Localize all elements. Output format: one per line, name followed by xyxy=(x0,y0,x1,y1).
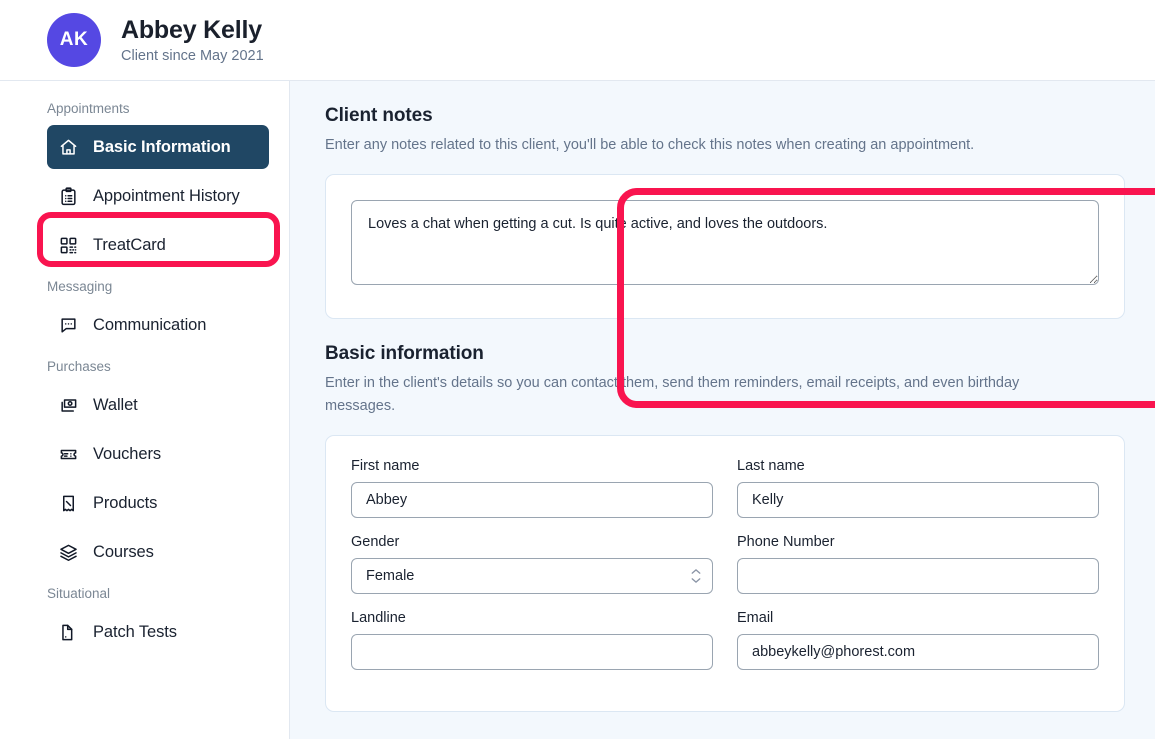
receipt-percent-icon xyxy=(57,492,79,514)
sidebar-item-label: Products xyxy=(93,493,158,512)
sidebar-item-appointment-history[interactable]: Appointment History xyxy=(47,174,269,218)
client-notes-description: Enter any notes related to this client, … xyxy=(325,137,975,153)
landline-input[interactable] xyxy=(351,634,713,671)
landline-label: Landline xyxy=(351,610,406,627)
gender-select-wrapper xyxy=(351,558,713,595)
email-label: Email xyxy=(737,610,774,627)
chat-bubble-icon xyxy=(57,314,79,336)
qr-code-icon xyxy=(57,234,79,256)
basic-information-title: Basic information xyxy=(325,343,484,365)
ticket-icon xyxy=(57,443,79,465)
client-notes-wrapper xyxy=(326,175,1124,318)
phone-number-label: Phone Number xyxy=(737,534,835,551)
sidebar: Appointments Basic Information Appointme… xyxy=(0,81,290,739)
avatar: AK xyxy=(47,13,101,67)
sidebar-item-communication[interactable]: Communication xyxy=(47,303,269,347)
page-fold-icon xyxy=(57,621,79,643)
nav-group-label-messaging: Messaging xyxy=(47,279,113,294)
sidebar-item-label: Vouchers xyxy=(93,444,161,463)
nav-group-situational: Situational Patch Tests xyxy=(0,580,289,654)
sidebar-item-wallet[interactable]: Wallet xyxy=(47,383,269,427)
gender-label: Gender xyxy=(351,534,400,551)
gender-select[interactable] xyxy=(351,558,713,595)
client-notes-section: Client notes Enter any notes related to … xyxy=(325,105,1125,320)
avatar-initials: AK xyxy=(59,29,89,50)
sidebar-item-label: Communication xyxy=(93,315,207,334)
page-body: Appointments Basic Information Appointme… xyxy=(0,81,1155,739)
sidebar-item-label: Patch Tests xyxy=(93,622,177,641)
client-notes-textarea[interactable] xyxy=(351,200,1099,286)
client-profile-page: AK Abbey Kelly Client since May 2021 App… xyxy=(0,0,1155,739)
sidebar-item-vouchers[interactable]: Vouchers xyxy=(47,432,269,476)
banknote-icon xyxy=(57,394,79,416)
field-phone-number: Phone Number xyxy=(737,534,1099,595)
sidebar-item-label: Basic Information xyxy=(93,137,231,156)
client-since-label: Client since May 2021 xyxy=(121,48,264,65)
stacked-layers-icon xyxy=(57,541,79,563)
page-header: AK Abbey Kelly Client since May 2021 xyxy=(0,0,1155,81)
basic-information-description: Enter in the client's details so you can… xyxy=(325,375,1020,414)
nav-group-label-purchases: Purchases xyxy=(47,359,111,374)
home-icon xyxy=(57,136,79,158)
sidebar-item-label: TreatCard xyxy=(93,235,166,254)
main-content: Client notes Enter any notes related to … xyxy=(290,81,1155,739)
sidebar-item-basic-information[interactable]: Basic Information xyxy=(47,125,269,169)
field-landline: Landline xyxy=(351,610,713,671)
email-input[interactable] xyxy=(737,634,1099,671)
nav-group-appointments: Appointments Basic Information Appointme… xyxy=(0,95,289,267)
field-email: Email xyxy=(737,610,1099,671)
nav-group-label-situational: Situational xyxy=(47,586,111,601)
field-last-name: Last name xyxy=(737,458,1099,519)
sidebar-item-courses[interactable]: Courses xyxy=(47,530,269,574)
client-notes-title: Client notes xyxy=(325,105,433,126)
field-first-name: First name xyxy=(351,458,713,519)
first-name-label: First name xyxy=(351,458,420,475)
nav-group-label-appointments: Appointments xyxy=(47,101,130,116)
nav-group-messaging: Messaging Communication xyxy=(0,273,289,347)
form-row-gender-phone: Gender Phone Number xyxy=(351,534,1099,595)
clipboard-list-icon xyxy=(57,185,79,207)
client-notes-card xyxy=(325,174,1125,320)
nav-group-purchases: Purchases Wallet Vouchers Products Cours… xyxy=(0,353,289,574)
last-name-label: Last name xyxy=(737,458,805,475)
last-name-input[interactable] xyxy=(737,482,1099,519)
basic-information-card: First name Last name Gender xyxy=(325,435,1125,713)
form-row-landline-email: Landline Email xyxy=(351,610,1099,671)
sidebar-item-treatcard[interactable]: TreatCard xyxy=(47,223,269,267)
page-title: Abbey Kelly xyxy=(121,15,262,44)
first-name-input[interactable] xyxy=(351,482,713,519)
sidebar-item-label: Appointment History xyxy=(93,186,240,205)
basic-information-form: First name Last name Gender xyxy=(326,436,1124,711)
sidebar-item-products[interactable]: Products xyxy=(47,481,269,525)
sidebar-item-patch-tests[interactable]: Patch Tests xyxy=(47,610,269,654)
basic-information-section: Basic information Enter in the client's … xyxy=(325,343,1125,713)
form-row-names: First name Last name xyxy=(351,458,1099,519)
field-gender: Gender xyxy=(351,534,713,595)
phone-number-input[interactable] xyxy=(737,558,1099,595)
sidebar-item-label: Courses xyxy=(93,542,154,561)
header-text: Abbey Kelly Client since May 2021 xyxy=(121,16,264,65)
sidebar-item-label: Wallet xyxy=(93,395,138,414)
